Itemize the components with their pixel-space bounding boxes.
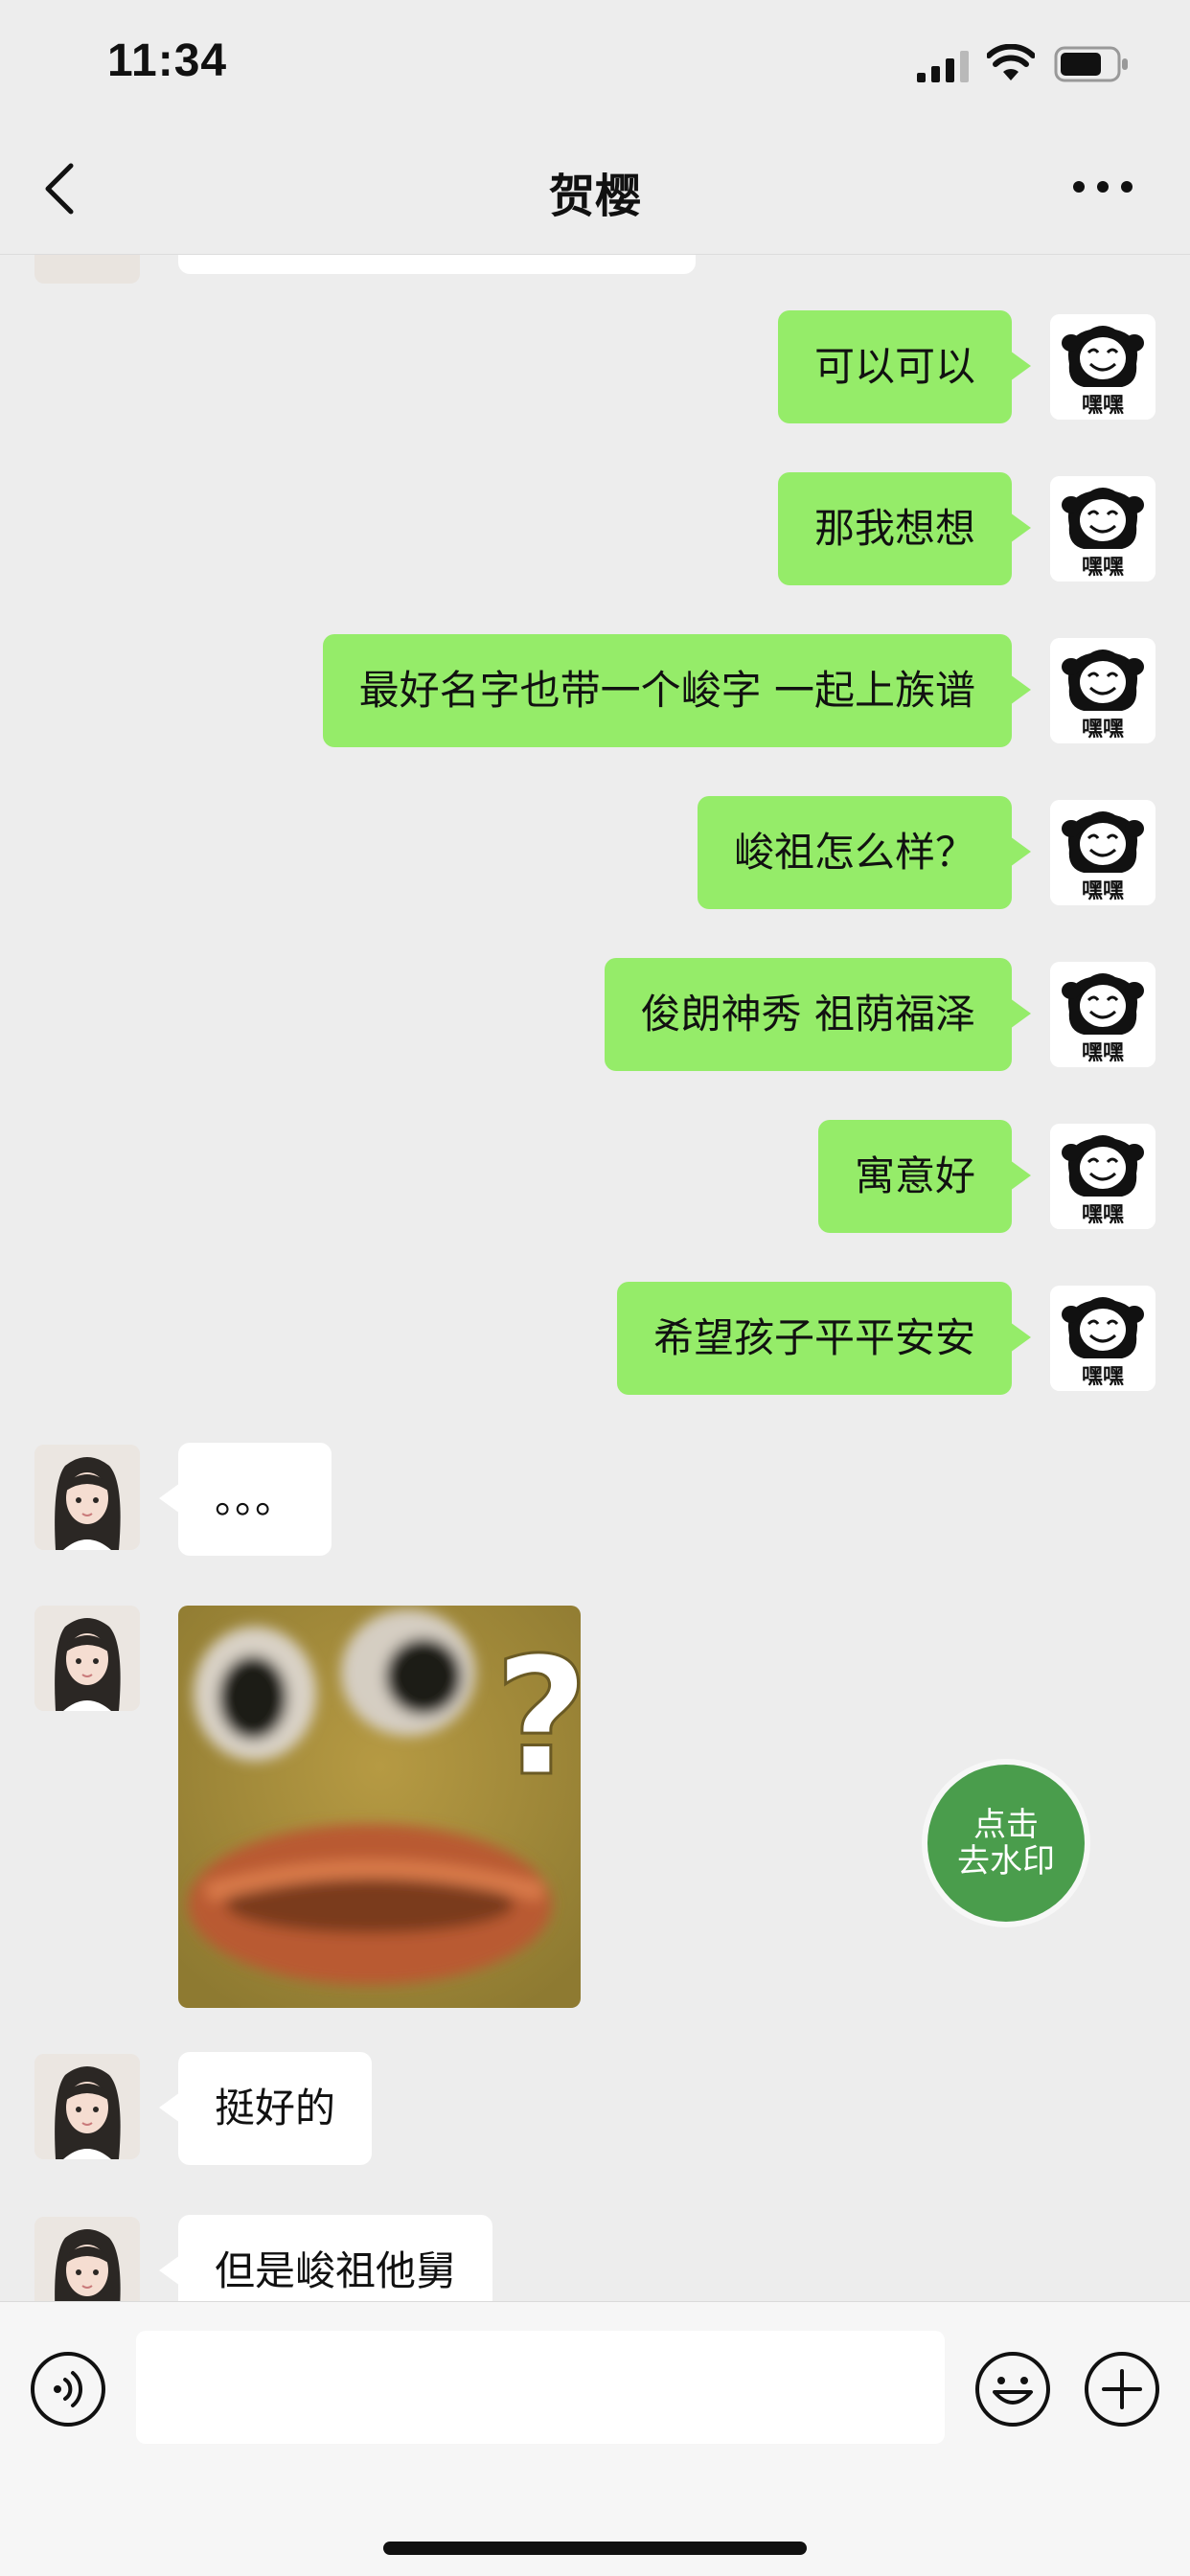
contact-avatar[interactable] (34, 2054, 140, 2159)
contact-message-bubble[interactable]: 。。。 (158, 1443, 332, 1556)
emoji-icon[interactable] (973, 2350, 1052, 2428)
panda-sticker-avatar: 嘿嘿 (1050, 1286, 1156, 1391)
voice-input-icon[interactable] (29, 2350, 107, 2428)
my-message-bubble[interactable]: 俊朗神秀 祖荫福泽 (604, 958, 1032, 1071)
svg-text:嘿嘿: 嘿嘿 (1082, 1365, 1124, 1389)
contact-avatar[interactable] (34, 255, 140, 284)
cellular-signal-icon (917, 51, 969, 82)
wifi-icon (987, 44, 1035, 80)
my-avatar[interactable]: 嘿嘿 (1050, 314, 1156, 420)
panda-sticker-avatar: 嘿嘿 (1050, 1124, 1156, 1229)
contact-message-bubble[interactable]: 但是峻祖他舅 (158, 2215, 493, 2301)
my-avatar[interactable]: 嘿嘿 (1050, 962, 1156, 1067)
contact-avatar[interactable] (34, 1445, 140, 1550)
chat-input-bar (0, 2301, 1190, 2576)
svg-text:嘿嘿: 嘿嘿 (1082, 879, 1124, 903)
my-avatar[interactable]: 嘿嘿 (1050, 476, 1156, 581)
panda-sticker-avatar: 嘿嘿 (1050, 962, 1156, 1067)
svg-text:嘿嘿: 嘿嘿 (1082, 718, 1124, 741)
home-indicator (383, 2542, 807, 2555)
status-time: 11:34 (107, 35, 228, 86)
my-message-bubble[interactable]: 希望孩子平平安安 (616, 1282, 1032, 1395)
svg-text:嘿嘿: 嘿嘿 (1082, 394, 1124, 418)
my-message-bubble[interactable]: 寓意好 (817, 1120, 1032, 1233)
chat-title: 贺樱 (548, 170, 641, 223)
my-message-bubble[interactable]: 那我想想 (777, 472, 1032, 585)
contact-avatar[interactable] (34, 1606, 140, 1711)
add-attachment-icon[interactable] (1083, 2350, 1161, 2428)
confused-face-sticker-image: ? (178, 1606, 581, 2008)
contact-message-bubble[interactable]: 挺好的 (158, 2052, 373, 2165)
panda-sticker-avatar: 嘿嘿 (1050, 638, 1156, 743)
message-input[interactable] (136, 2331, 945, 2444)
battery-icon (1054, 46, 1128, 82)
more-options-icon[interactable] (1069, 168, 1136, 206)
chat-message-list[interactable]: 可以可以 嘿嘿 那我想想 嘿嘿 最好名字也带一个峻字 一起上族谱 嘿嘿 峻祖怎么… (0, 255, 1190, 2301)
my-message-bubble[interactable]: 最好名字也带一个峻字 一起上族谱 (322, 634, 1032, 747)
status-bar: 11:34 (0, 0, 1190, 129)
remove-watermark-label-2: 去水印 (957, 1842, 1055, 1881)
my-avatar[interactable]: 嘿嘿 (1050, 1286, 1156, 1391)
panda-sticker-avatar: 嘿嘿 (1050, 476, 1156, 581)
svg-text:嘿嘿: 嘿嘿 (1082, 1041, 1124, 1065)
girl-portrait-avatar (34, 1606, 140, 1711)
svg-text:嘿嘿: 嘿嘿 (1082, 556, 1124, 580)
my-avatar[interactable]: 嘿嘿 (1050, 638, 1156, 743)
remove-watermark-label-1: 点击 (973, 1806, 1039, 1844)
my-message-bubble[interactable]: 峻祖怎么样？ (697, 796, 1032, 909)
nav-bar: 贺樱 (0, 129, 1190, 255)
previous-message-bubble (178, 255, 696, 274)
panda-sticker-avatar: 嘿嘿 (1050, 314, 1156, 420)
my-avatar[interactable]: 嘿嘿 (1050, 1124, 1156, 1229)
girl-portrait-avatar (34, 2054, 140, 2159)
confused-face-sticker[interactable]: ? (178, 1606, 581, 2008)
panda-sticker-avatar: 嘿嘿 (1050, 800, 1156, 905)
svg-text:嘿嘿: 嘿嘿 (1082, 1203, 1124, 1227)
contact-avatar[interactable] (34, 2217, 140, 2301)
girl-portrait-avatar (34, 2217, 140, 2301)
my-message-bubble[interactable]: 可以可以 (777, 310, 1032, 423)
remove-watermark-button[interactable]: 点击 去水印 (927, 1765, 1085, 1922)
my-avatar[interactable]: 嘿嘿 (1050, 800, 1156, 905)
svg-text:?: ? (494, 1623, 581, 1812)
girl-portrait-avatar (34, 1445, 140, 1550)
